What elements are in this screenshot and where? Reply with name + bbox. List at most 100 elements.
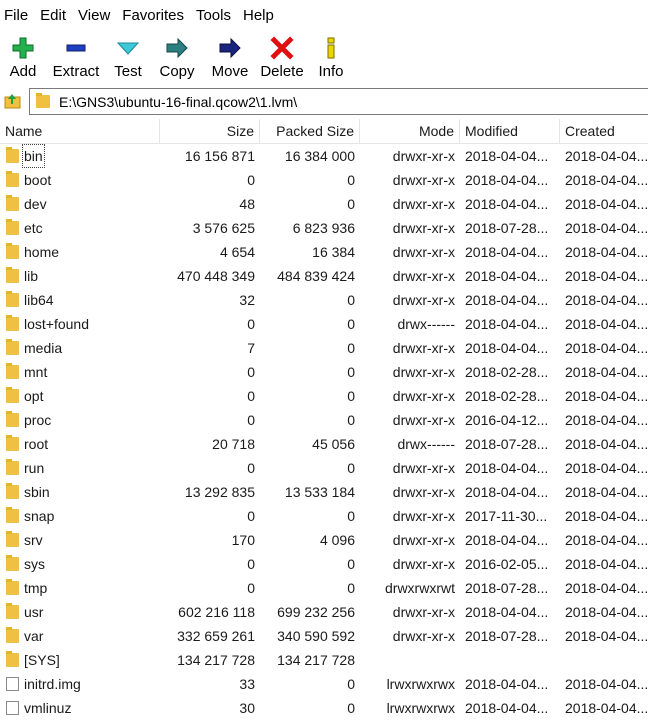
table-row[interactable]: bin 16 156 871 16 384 000 drwxr-xr-x 2018-04… [0, 144, 648, 168]
item-name: lost+found [24, 316, 89, 332]
cell-name: initrd.img [0, 672, 160, 696]
cell-packed-size: 0 [347, 172, 355, 188]
column-header-mode[interactable]: Mode [360, 119, 460, 143]
copy-button[interactable]: Copy [150, 32, 204, 84]
check-icon [116, 42, 140, 55]
cell-name: sbin [0, 480, 160, 504]
table-row[interactable]: opt 0 0 drwxr-xr-x 2018-02-28... 2018-04-04..… [0, 384, 648, 408]
cell-modified: 2018-04-04... [465, 604, 549, 620]
table-row[interactable]: tmp 0 0 drwxrwxrwt 2018-07-28... 2018-04-04..… [0, 576, 648, 600]
test-button[interactable]: Test [106, 32, 150, 84]
table-row[interactable]: boot 0 0 drwxr-xr-x 2018-04-04... 2018-04-04.… [0, 168, 648, 192]
cell-packed-size: 340 590 592 [277, 628, 355, 644]
cell-packed-size: 0 [347, 460, 355, 476]
item-name: var [24, 628, 44, 644]
item-name: proc [24, 412, 52, 428]
delete-button[interactable]: Delete [256, 32, 308, 84]
column-header-modified[interactable]: Modified [460, 119, 560, 143]
menu-file[interactable]: File [0, 0, 34, 32]
table-row[interactable]: initrd.img 33 0 lrwxrwxrwx 2018-04-04... 2018… [0, 672, 648, 696]
cell-name: proc [0, 408, 160, 432]
copy-label: Copy [159, 63, 195, 80]
item-name: lib [24, 268, 39, 284]
cell-packed-size: 699 232 256 [277, 604, 355, 620]
cell-created: 2018-04-04... [565, 508, 648, 524]
up-folder-icon[interactable] [3, 91, 23, 111]
plus-icon [12, 37, 34, 59]
cell-mode: lrwxrwxrwx [386, 700, 455, 716]
file-icon [6, 677, 19, 691]
table-row[interactable]: lost+found 0 0 drwx------ 2018-04-04... 2018-… [0, 312, 648, 336]
menu-tools[interactable]: Tools [190, 0, 237, 32]
table-row[interactable]: usr 602 216 118 699 232 256 drwxr-xr-x 2018-… [0, 600, 648, 624]
table-row[interactable]: proc 0 0 drwxr-xr-x 2016-04-12... 2018-04-04.… [0, 408, 648, 432]
table-row[interactable]: sys 0 0 drwxr-xr-x 2016-02-05... 2018-04-04..… [0, 552, 648, 576]
cell-name: srv [0, 528, 160, 552]
table-row[interactable]: lib 470 448 349 484 839 424 drwxr-xr-x 2018-… [0, 264, 648, 288]
cell-packed-size: 134 217 728 [277, 652, 355, 668]
table-row[interactable]: srv 170 4 096 drwxr-xr-x 2018-04-04... 2018-0… [0, 528, 648, 552]
menu-edit[interactable]: Edit [34, 0, 72, 32]
cell-modified: 2018-07-28... [465, 436, 549, 452]
menu-help[interactable]: Help [237, 0, 280, 32]
table-row[interactable]: home 4 654 16 384 drwxr-xr-x 2018-04-04... 20… [0, 240, 648, 264]
table-row[interactable]: etc 3 576 625 6 823 936 drwxr-xr-x 2018-07-2… [0, 216, 648, 240]
column-header-size[interactable]: Size [160, 119, 260, 143]
cell-packed-size: 0 [347, 196, 355, 212]
cell-size: 0 [247, 364, 255, 380]
cell-mode: drwxr-xr-x [392, 196, 455, 212]
item-name: [SYS] [24, 652, 60, 668]
extract-button[interactable]: Extract [46, 32, 106, 84]
item-name: srv [24, 532, 43, 548]
table-row[interactable]: var 332 659 261 340 590 592 drwxr-xr-x 2018-… [0, 624, 648, 648]
folder-icon [6, 531, 19, 547]
table-row[interactable]: [SYS] 134 217 728 134 217 728 [0, 648, 648, 672]
add-button[interactable]: Add [0, 32, 46, 84]
cell-created: 2018-04-04... [565, 580, 648, 596]
delete-label: Delete [260, 63, 304, 80]
move-button[interactable]: Move [204, 32, 256, 84]
table-row[interactable]: run 0 0 drwxr-xr-x 2018-04-04... 2018-04-04..… [0, 456, 648, 480]
cell-size: 4 654 [219, 244, 255, 260]
table-row[interactable]: mnt 0 0 drwxr-xr-x 2018-02-28... 2018-04-04..… [0, 360, 648, 384]
column-header-packed-size[interactable]: Packed Size [260, 119, 360, 143]
folder-icon [6, 579, 19, 595]
cell-packed-size: 0 [347, 292, 355, 308]
cell-created: 2018-04-04... [565, 556, 648, 572]
info-button[interactable]: Info [308, 32, 354, 84]
item-name: vmlinuz [24, 700, 72, 716]
cell-size: 0 [247, 556, 255, 572]
cell-modified: 2017-11-30... [465, 508, 548, 524]
table-row[interactable]: vmlinuz 30 0 lrwxrwxrwx 2018-04-04... 2018-04… [0, 696, 648, 720]
cell-mode: drwxr-xr-x [392, 172, 455, 188]
cell-modified: 2018-02-28... [465, 364, 549, 380]
address-input[interactable]: E:\GNS3\ubuntu-16-final.qcow2\1.lvm\ [29, 88, 648, 115]
cell-size: 7 [247, 340, 255, 356]
address-bar: E:\GNS3\ubuntu-16-final.qcow2\1.lvm\ [0, 88, 648, 116]
menu-view[interactable]: View [72, 0, 116, 32]
table-row[interactable]: media 7 0 drwxr-xr-x 2018-04-04... 2018-04-04… [0, 336, 648, 360]
cell-packed-size: 0 [347, 556, 355, 572]
table-row[interactable]: dev 48 0 drwxr-xr-x 2018-04-04... 2018-04-04.… [0, 192, 648, 216]
table-row[interactable]: snap 0 0 drwxr-xr-x 2017-11-30... 2018-04-04.… [0, 504, 648, 528]
cell-modified: 2018-04-04... [465, 340, 549, 356]
cell-name: lost+found [0, 312, 160, 336]
column-header-name[interactable]: Name [0, 119, 160, 143]
move-arrow-icon [219, 37, 241, 59]
column-header-created[interactable]: Created [560, 119, 648, 143]
cell-size: 30 [239, 700, 255, 716]
cell-created: 2018-04-04... [565, 604, 648, 620]
cell-mode: drwx------ [397, 316, 455, 332]
cell-mode: drwxr-xr-x [392, 364, 455, 380]
menu-favorites[interactable]: Favorites [116, 0, 190, 32]
folder-icon [6, 291, 19, 307]
cell-packed-size: 0 [347, 676, 355, 692]
cell-created: 2018-04-04... [565, 292, 648, 308]
folder-icon [6, 555, 19, 571]
table-row[interactable]: sbin 13 292 835 13 533 184 drwxr-xr-x 2018-0… [0, 480, 648, 504]
cell-name: snap [0, 504, 160, 528]
folder-icon [6, 315, 19, 331]
cell-mode: drwxr-xr-x [392, 508, 455, 524]
table-row[interactable]: root 20 718 45 056 drwx------ 2018-07-28... 2… [0, 432, 648, 456]
table-row[interactable]: lib64 32 0 drwxr-xr-x 2018-04-04... 2018-04-0… [0, 288, 648, 312]
